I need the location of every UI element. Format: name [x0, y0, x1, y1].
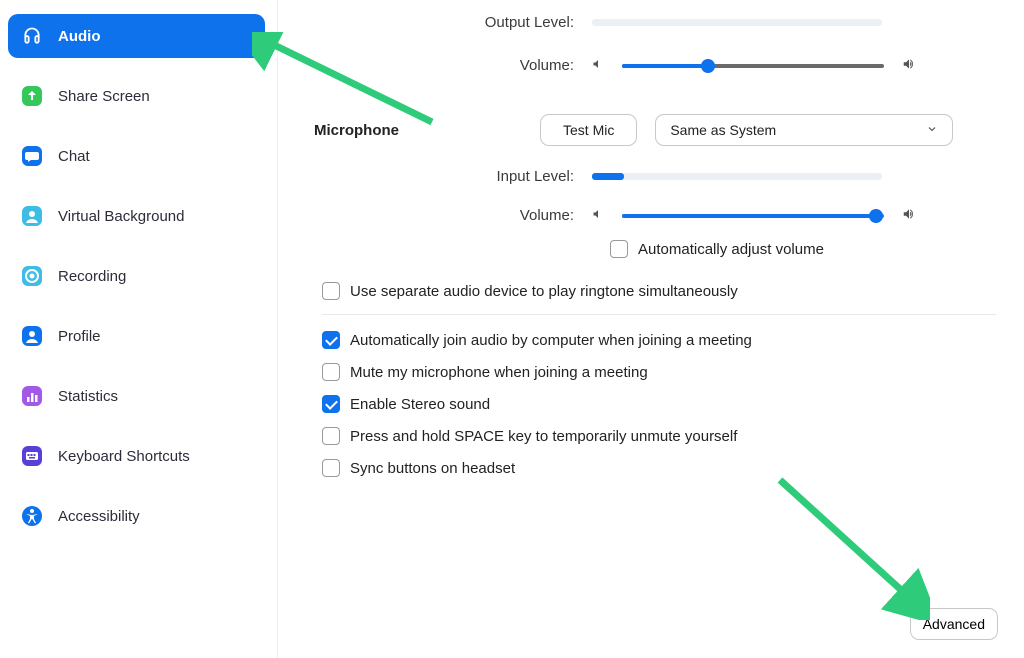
headphones-icon — [20, 24, 44, 48]
sidebar-item-label: Statistics — [58, 388, 118, 405]
statistics-icon — [20, 384, 44, 408]
speaker-high-icon — [902, 57, 916, 74]
output-volume-slider[interactable] — [622, 59, 884, 73]
divider — [322, 314, 996, 315]
input-level-meter — [592, 173, 882, 180]
separate-device-checkbox[interactable] — [322, 282, 340, 300]
chat-icon — [20, 144, 44, 168]
microphone-section-label: Microphone — [314, 122, 414, 139]
sidebar-item-label: Profile — [58, 328, 101, 345]
microphone-device-dropdown[interactable]: Same as System — [655, 114, 953, 146]
sidebar-item-label: Accessibility — [58, 508, 140, 525]
stereo-sound-label: Enable Stereo sound — [350, 396, 490, 413]
chevron-down-icon — [926, 122, 938, 138]
mic-volume-label: Volume: — [314, 207, 574, 224]
audio-settings-panel: Output Level: Volume: Microphone Test Mi… — [278, 0, 1024, 658]
space-unmute-checkbox[interactable] — [322, 427, 340, 445]
separate-device-label: Use separate audio device to play ringto… — [350, 283, 738, 300]
sidebar-item-keyboard-shortcuts[interactable]: Keyboard Shortcuts — [8, 434, 265, 478]
auto-join-audio-checkbox[interactable] — [322, 331, 340, 349]
microphone-device-value: Same as System — [670, 122, 776, 138]
speaker-low-icon — [592, 58, 604, 73]
speaker-low-icon — [592, 208, 604, 223]
mute-mic-checkbox[interactable] — [322, 363, 340, 381]
speaker-high-icon — [902, 207, 916, 224]
space-unmute-label: Press and hold SPACE key to temporarily … — [350, 428, 737, 445]
auto-adjust-volume-label: Automatically adjust volume — [638, 241, 824, 258]
accessibility-icon — [20, 504, 44, 528]
sync-headset-checkbox[interactable] — [322, 459, 340, 477]
sidebar-item-chat[interactable]: Chat — [8, 134, 265, 178]
sidebar-item-recording[interactable]: Recording — [8, 254, 265, 298]
sidebar-item-label: Audio — [58, 28, 101, 45]
advanced-button[interactable]: Advanced — [910, 608, 998, 640]
output-level-meter — [592, 19, 882, 26]
virtual-background-icon — [20, 204, 44, 228]
keyboard-icon — [20, 444, 44, 468]
sidebar-item-profile[interactable]: Profile — [8, 314, 265, 358]
mic-volume-slider[interactable] — [622, 209, 884, 223]
sidebar-item-label: Share Screen — [58, 88, 150, 105]
recording-icon — [20, 264, 44, 288]
auto-adjust-volume-checkbox[interactable] — [610, 240, 628, 258]
sidebar-item-virtual-background[interactable]: Virtual Background — [8, 194, 265, 238]
stereo-sound-checkbox[interactable] — [322, 395, 340, 413]
output-level-label: Output Level: — [314, 14, 574, 31]
sidebar-item-accessibility[interactable]: Accessibility — [8, 494, 265, 538]
sidebar-item-label: Recording — [58, 268, 126, 285]
input-level-label: Input Level: — [314, 168, 574, 185]
profile-icon — [20, 324, 44, 348]
share-screen-icon — [20, 84, 44, 108]
sidebar-item-label: Virtual Background — [58, 208, 184, 225]
test-mic-button[interactable]: Test Mic — [540, 114, 637, 146]
sidebar-item-label: Keyboard Shortcuts — [58, 448, 190, 465]
output-volume-label: Volume: — [314, 57, 574, 74]
sidebar-item-audio[interactable]: Audio — [8, 14, 265, 58]
auto-join-audio-label: Automatically join audio by computer whe… — [350, 332, 752, 349]
settings-sidebar: Audio Share Screen Chat Virtual Backgrou… — [0, 0, 278, 658]
sync-headset-label: Sync buttons on headset — [350, 460, 515, 477]
sidebar-item-statistics[interactable]: Statistics — [8, 374, 265, 418]
mute-mic-label: Mute my microphone when joining a meetin… — [350, 364, 648, 381]
sidebar-item-share-screen[interactable]: Share Screen — [8, 74, 265, 118]
sidebar-item-label: Chat — [58, 148, 90, 165]
